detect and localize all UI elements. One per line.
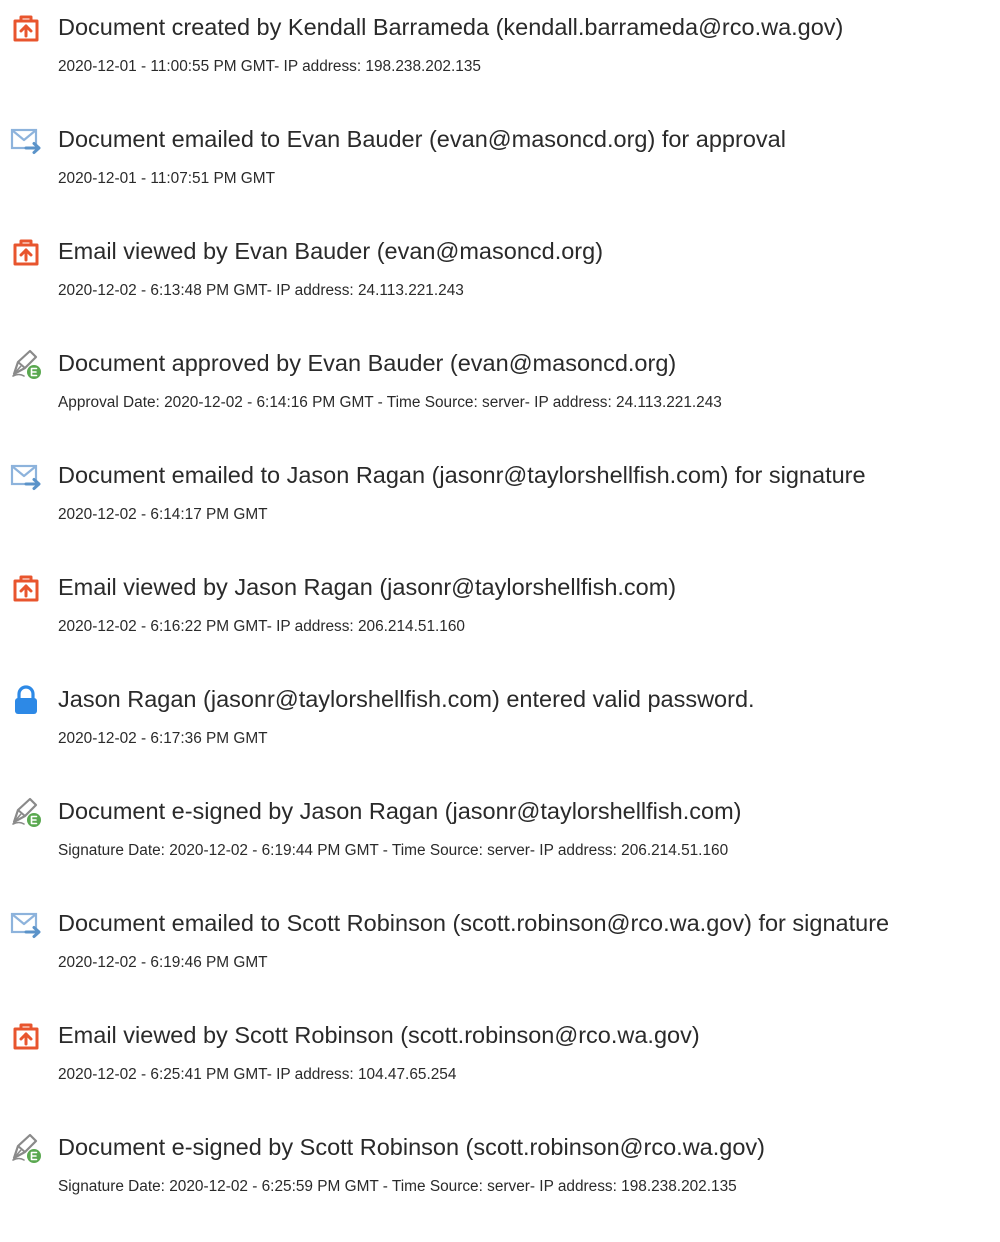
audit-event: Document approved by Evan Bauder (evan@m… (0, 346, 1000, 458)
event-detail: 2020-12-01 - 11:00:55 PM GMT- IP address… (58, 58, 481, 75)
audit-event: Document created by Kendall Barrameda (k… (0, 10, 1000, 122)
event-title: Document created by Kendall Barrameda (k… (58, 14, 844, 40)
event-title: Document approved by Evan Bauder (evan@m… (58, 350, 677, 376)
event-detail: 2020-12-02 - 6:13:48 PM GMT- IP address:… (58, 282, 464, 299)
pen-sign-icon (10, 1132, 42, 1164)
event-detail: Signature Date: 2020-12-02 - 6:25:59 PM … (58, 1178, 737, 1195)
event-detail: 2020-12-02 - 6:16:22 PM GMT- IP address:… (58, 618, 465, 635)
event-title: Document emailed to Scott Robinson (scot… (58, 910, 890, 936)
event-detail: 2020-12-02 - 6:17:36 PM GMT (58, 730, 268, 747)
event-title: Email viewed by Scott Robinson (scott.ro… (58, 1022, 700, 1048)
pen-sign-icon (10, 796, 42, 828)
event-detail: Approval Date: 2020-12-02 - 6:14:16 PM G… (58, 394, 722, 411)
event-title: Jason Ragan (jasonr@taylorshellfish.com)… (58, 686, 755, 712)
event-detail: 2020-12-01 - 11:07:51 PM GMT (58, 170, 276, 187)
audit-event: Document emailed to Scott Robinson (scot… (0, 906, 1000, 1018)
event-title: Email viewed by Jason Ragan (jasonr@tayl… (58, 574, 677, 600)
event-title: Email viewed by Evan Bauder (evan@masonc… (58, 238, 604, 264)
email-sent-icon (10, 460, 42, 492)
event-title: Document e-signed by Scott Robinson (sco… (58, 1134, 765, 1160)
audit-event: Document e-signed by Jason Ragan (jasonr… (0, 794, 1000, 906)
document-created-icon (10, 12, 42, 44)
event-detail: 2020-12-02 - 6:14:17 PM GMT (58, 506, 268, 523)
document-viewed-icon (10, 572, 42, 604)
document-viewed-icon (10, 236, 42, 268)
audit-event: Document e-signed by Scott Robinson (sco… (0, 1130, 1000, 1242)
document-viewed-icon (10, 1020, 42, 1052)
event-detail: 2020-12-02 - 6:19:46 PM GMT (58, 954, 268, 971)
event-title: Document e-signed by Jason Ragan (jasonr… (58, 798, 742, 824)
email-sent-icon (10, 124, 42, 156)
event-title: Document emailed to Jason Ragan (jasonr@… (58, 462, 866, 488)
audit-event: Email viewed by Evan Bauder (evan@masonc… (0, 234, 1000, 346)
event-detail: 2020-12-02 - 6:25:41 PM GMT- IP address:… (58, 1066, 457, 1083)
audit-event: Email viewed by Scott Robinson (scott.ro… (0, 1018, 1000, 1130)
event-detail: Signature Date: 2020-12-02 - 6:19:44 PM … (58, 842, 729, 859)
audit-event: Jason Ragan (jasonr@taylorshellfish.com)… (0, 682, 1000, 794)
lock-icon (10, 684, 42, 716)
audit-event: Document emailed to Jason Ragan (jasonr@… (0, 458, 1000, 570)
audit-event: Document emailed to Evan Bauder (evan@ma… (0, 122, 1000, 234)
event-title: Document emailed to Evan Bauder (evan@ma… (58, 126, 786, 152)
audit-event: Email viewed by Jason Ragan (jasonr@tayl… (0, 570, 1000, 682)
audit-event-list: Document created by Kendall Barrameda (k… (0, 10, 1000, 1242)
email-sent-icon (10, 908, 42, 940)
pen-sign-icon (10, 348, 42, 380)
